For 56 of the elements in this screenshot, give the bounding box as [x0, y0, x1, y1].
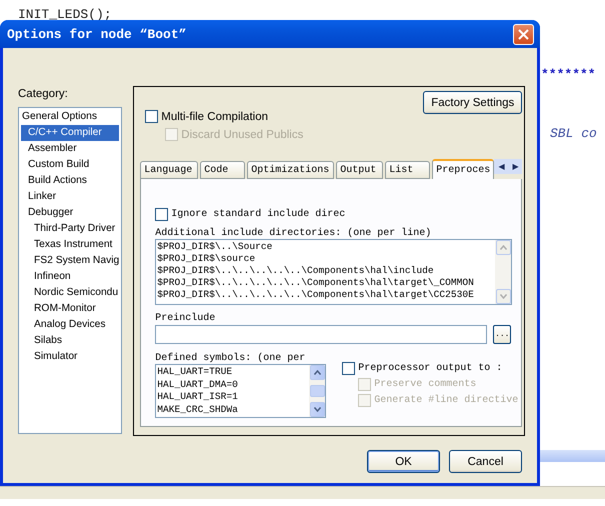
generate-line-label: Generate #line directive — [374, 395, 518, 406]
category-item[interactable]: Nordic Semicondu — [21, 285, 120, 301]
defined-symbols-field[interactable]: HAL_UART=TRUE HAL_UART_DMA=0 HAL_UART_ISR=1 MAKE_CRC_SHDWa — [155, 364, 326, 418]
window-title: Options for node “Boot” — [7, 26, 186, 42]
category-item[interactable]: Build Actions — [21, 173, 120, 189]
category-item[interactable]: FS2 System Navig — [21, 253, 120, 269]
chevron-up-icon — [314, 370, 321, 375]
tab[interactable]: Optimizations — [247, 161, 334, 179]
tab[interactable]: Code — [200, 161, 246, 179]
code-text: INIT_LEDS(); — [18, 7, 112, 22]
browse-button[interactable]: ... — [493, 325, 512, 344]
category-label: Category: — [18, 88, 69, 100]
preprocessor-output-label: Preprocessor output to : — [358, 363, 502, 374]
category-item[interactable]: Custom Build — [21, 157, 120, 173]
category-item[interactable]: Texas Instrument — [21, 237, 120, 253]
chevron-down-icon — [500, 294, 507, 299]
close-icon — [518, 28, 529, 40]
category-item[interactable]: Infineon — [21, 269, 120, 285]
preinclude-field[interactable] — [155, 325, 488, 344]
category-item[interactable]: Simulator — [21, 349, 120, 365]
ok-button[interactable]: OK — [367, 450, 440, 473]
code-text: ******* — [541, 67, 596, 82]
preserve-comments-label: Preserve comments — [374, 379, 476, 390]
category-item[interactable]: Linker — [21, 189, 120, 205]
category-item[interactable]: General Options — [21, 109, 120, 125]
include-directories-field[interactable]: $PROJ_DIR$\..\Source $PROJ_DIR$\source $PROJ_DIR$\..\..\..\..\..\Components\hal\include $PROJ_DIR$\..\..\..\..\..\Components\hal\target\_COMMON $PROJ_DIR$\..\..\..\..\..\Components\hal\target\CC2530E — [155, 239, 512, 305]
factory-settings-button[interactable]: Factory Settings — [423, 91, 522, 114]
scroll-thumb[interactable] — [310, 385, 325, 397]
close-button[interactable] — [513, 24, 534, 44]
category-item[interactable]: Silabs — [21, 333, 120, 349]
category-item[interactable]: ROM-Monitor — [21, 301, 120, 317]
scrollbar[interactable] — [309, 365, 326, 417]
tab[interactable]: Preproces — [432, 159, 494, 179]
scroll-down-button[interactable] — [310, 402, 325, 417]
ignore-include-checkbox[interactable] — [155, 208, 168, 221]
category-item[interactable]: Assembler — [21, 141, 120, 157]
ignore-include-label: Ignore standard include direc — [171, 209, 346, 220]
include-directories-label: Additional include directories: (one per line) — [155, 228, 432, 239]
chevron-up-icon — [500, 245, 507, 250]
tab[interactable]: Language — [140, 161, 198, 179]
preprocessor-output-checkbox[interactable] — [342, 362, 356, 375]
category-item[interactable]: Third-Party Driver — [21, 221, 120, 237]
tab[interactable]: Output — [336, 161, 384, 179]
defined-symbols-label: Defined symbols: (one per — [155, 353, 306, 364]
code-text: SBL co — [550, 126, 597, 141]
discard-publics-label: Discard Unused Publics — [181, 128, 304, 140]
category-item[interactable]: Debugger — [21, 205, 120, 221]
multi-file-label: Multi-file Compilation — [161, 110, 268, 122]
cancel-button[interactable]: Cancel — [449, 450, 522, 473]
scroll-up-button[interactable] — [310, 365, 325, 380]
tab[interactable]: List — [385, 161, 430, 179]
multi-file-checkbox[interactable] — [145, 110, 158, 123]
category-item[interactable]: C/C++ Compiler — [21, 125, 120, 141]
preinclude-label: Preinclude — [155, 313, 216, 324]
chevron-down-icon — [314, 407, 321, 412]
category-item[interactable]: Analog Devices — [21, 317, 120, 333]
